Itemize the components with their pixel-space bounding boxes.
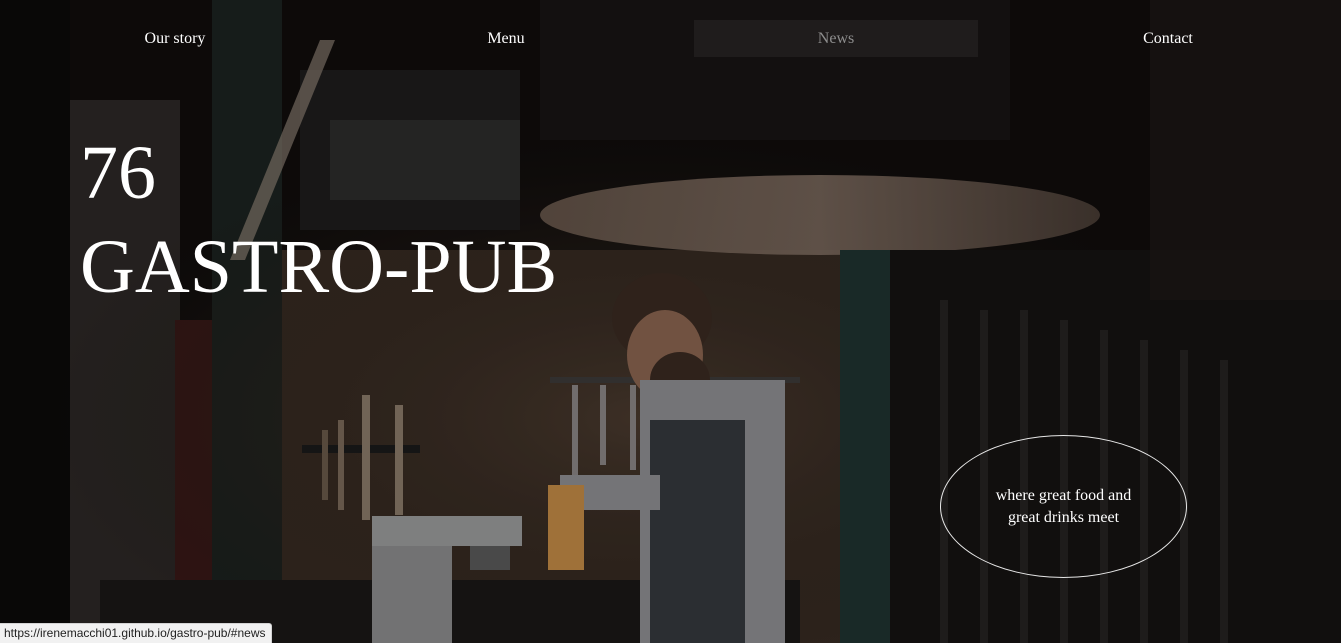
hero-title-name: GASTRO-PUB: [80, 225, 558, 309]
nav-link-news[interactable]: News: [694, 20, 978, 57]
hero-title-number: 76: [80, 131, 156, 215]
nav-link-menu[interactable]: Menu: [451, 20, 561, 57]
main-nav: Our story Menu News Contact: [0, 0, 1341, 78]
nav-link-our-story[interactable]: Our story: [120, 20, 230, 57]
link-status-bar: https://irenemacchi01.github.io/gastro-p…: [0, 623, 272, 643]
tagline-badge: where great food and great drinks meet: [940, 435, 1187, 578]
hero-section: Our story Menu News Contact 76 GASTRO-PU…: [0, 0, 1341, 643]
nav-link-contact[interactable]: Contact: [1113, 20, 1223, 57]
tagline-text: where great food and great drinks meet: [995, 486, 1132, 526]
